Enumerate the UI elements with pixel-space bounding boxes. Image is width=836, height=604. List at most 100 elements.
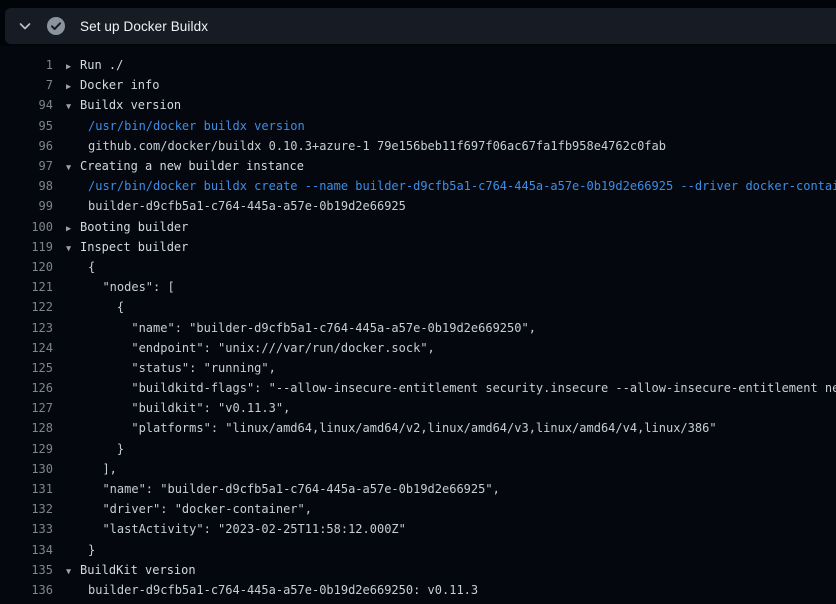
line-number[interactable]: 131 [0, 482, 53, 496]
line-number[interactable]: 135 [0, 563, 53, 577]
output-text: "endpoint": "unix:///var/run/docker.sock… [66, 341, 435, 355]
triangle-expanded-icon[interactable]: ▼ [66, 102, 80, 112]
log-row: 121 "nodes": [ [0, 277, 836, 297]
output-text: { [66, 260, 95, 274]
log-group-row[interactable]: 1 ▶Run ./ [0, 55, 836, 75]
line-content: "endpoint": "unix:///var/run/docker.sock… [66, 341, 836, 355]
line-number[interactable]: 100 [0, 220, 53, 234]
log-group-row[interactable]: 97 ▼Creating a new builder instance [0, 156, 836, 176]
line-content: builder-d9cfb5a1-c764-445a-a57e-0b19d2e6… [66, 199, 836, 213]
line-number[interactable]: 129 [0, 442, 53, 456]
line-number[interactable]: 96 [0, 139, 53, 153]
line-number[interactable]: 127 [0, 401, 53, 415]
line-number[interactable]: 130 [0, 462, 53, 476]
line-number[interactable]: 132 [0, 502, 53, 516]
group-title: Inspect builder [80, 240, 188, 254]
triangle-collapsed-icon[interactable]: ▶ [66, 62, 80, 72]
output-text: "name": "builder-d9cfb5a1-c764-445a-a57e… [66, 482, 500, 496]
output-text: "status": "running", [66, 361, 276, 375]
line-number[interactable]: 124 [0, 341, 53, 355]
output-text: builder-d9cfb5a1-c764-445a-a57e-0b19d2e6… [66, 583, 478, 597]
line-number[interactable]: 133 [0, 522, 53, 536]
line-content: ▼Creating a new builder instance [66, 159, 836, 173]
triangle-expanded-icon[interactable]: ▼ [66, 567, 80, 577]
output-text: "driver": "docker-container", [66, 502, 312, 516]
log-row: 131 "name": "builder-d9cfb5a1-c764-445a-… [0, 479, 836, 499]
log-row: 129 } [0, 439, 836, 459]
line-number[interactable]: 1 [0, 58, 53, 72]
line-number[interactable]: 125 [0, 361, 53, 375]
log-row: 136 builder-d9cfb5a1-c764-445a-a57e-0b19d… [0, 580, 836, 600]
line-number[interactable]: 7 [0, 78, 53, 92]
log-row: 122 { [0, 297, 836, 317]
log-group-row[interactable]: 7 ▶Docker info [0, 75, 836, 95]
output-text: "name": "builder-d9cfb5a1-c764-445a-a57e… [66, 321, 536, 335]
line-content: ▼BuildKit version [66, 563, 836, 577]
line-content: /usr/bin/docker buildx version [66, 119, 836, 133]
line-content: ▼Buildx version [66, 98, 836, 112]
line-content: ▶Booting builder [66, 220, 836, 234]
step-title: Set up Docker Buildx [80, 19, 208, 34]
line-number[interactable]: 95 [0, 119, 53, 133]
line-number[interactable]: 97 [0, 159, 53, 173]
line-content: } [66, 543, 836, 557]
step-header-bar[interactable]: Set up Docker Buildx [5, 8, 836, 44]
line-content: "buildkit": "v0.11.3", [66, 401, 836, 415]
line-content: ], [66, 462, 836, 476]
group-title: Creating a new builder instance [80, 159, 304, 173]
line-content: builder-d9cfb5a1-c764-445a-a57e-0b19d2e6… [66, 583, 836, 597]
line-number[interactable]: 136 [0, 583, 53, 597]
group-title: Docker info [80, 78, 159, 92]
output-text: "buildkit": "v0.11.3", [66, 401, 290, 415]
line-content: { [66, 260, 836, 274]
log-row: 127 "buildkit": "v0.11.3", [0, 398, 836, 418]
group-title: Run ./ [80, 58, 123, 72]
line-content: /usr/bin/docker buildx create --name bui… [66, 179, 836, 193]
log-row: 98/usr/bin/docker buildx create --name b… [0, 176, 836, 196]
log-row: 128 "platforms": "linux/amd64,linux/amd6… [0, 418, 836, 438]
line-content: "name": "builder-d9cfb5a1-c764-445a-a57e… [66, 321, 836, 335]
output-text: { [66, 300, 124, 314]
line-content: ▼Inspect builder [66, 240, 836, 254]
log-row: 95/usr/bin/docker buildx version [0, 116, 836, 136]
output-text: "platforms": "linux/amd64,linux/amd64/v2… [66, 421, 717, 435]
line-number[interactable]: 122 [0, 300, 53, 314]
triangle-expanded-icon[interactable]: ▼ [66, 244, 80, 254]
triangle-collapsed-icon[interactable]: ▶ [66, 82, 80, 92]
log-group-row[interactable]: 94 ▼Buildx version [0, 95, 836, 115]
line-number[interactable]: 94 [0, 98, 53, 112]
output-text: builder-d9cfb5a1-c764-445a-a57e-0b19d2e6… [66, 199, 406, 213]
line-number[interactable]: 119 [0, 240, 53, 254]
line-number[interactable]: 120 [0, 260, 53, 274]
line-number[interactable]: 123 [0, 321, 53, 335]
line-number[interactable]: 99 [0, 199, 53, 213]
log-group-row[interactable]: 119 ▼Inspect builder [0, 237, 836, 257]
output-text: github.com/docker/buildx 0.10.3+azure-1 … [66, 139, 666, 153]
group-title: Booting builder [80, 220, 188, 234]
output-text: } [66, 442, 124, 456]
line-number[interactable]: 128 [0, 421, 53, 435]
line-content: ▶Docker info [66, 78, 836, 92]
line-number[interactable]: 121 [0, 280, 53, 294]
group-title: Buildx version [80, 98, 181, 112]
log-console: 1▶Run ./7▶Docker info94▼Buildx version95… [0, 46, 836, 604]
line-content: "name": "builder-d9cfb5a1-c764-445a-a57e… [66, 482, 836, 496]
log-group-row[interactable]: 100 ▶Booting builder [0, 217, 836, 237]
output-text: "buildkitd-flags": "--allow-insecure-ent… [66, 381, 836, 395]
line-content: github.com/docker/buildx 0.10.3+azure-1 … [66, 139, 836, 153]
log-row: 130 ], [0, 459, 836, 479]
log-lines: 1▶Run ./7▶Docker info94▼Buildx version95… [0, 55, 836, 600]
output-text: "nodes": [ [66, 280, 175, 294]
line-number[interactable]: 134 [0, 543, 53, 557]
triangle-collapsed-icon[interactable]: ▶ [66, 224, 80, 234]
check-circle-icon [46, 16, 66, 36]
line-number[interactable]: 126 [0, 381, 53, 395]
log-group-row[interactable]: 135 ▼BuildKit version [0, 560, 836, 580]
output-text: "lastActivity": "2023-02-25T11:58:12.000… [66, 522, 406, 536]
triangle-expanded-icon[interactable]: ▼ [66, 163, 80, 173]
chevron-down-icon[interactable] [17, 18, 33, 34]
log-row: 123 "name": "builder-d9cfb5a1-c764-445a-… [0, 317, 836, 337]
log-row: 133 "lastActivity": "2023-02-25T11:58:12… [0, 519, 836, 539]
output-text: } [66, 543, 95, 557]
line-number[interactable]: 98 [0, 179, 53, 193]
